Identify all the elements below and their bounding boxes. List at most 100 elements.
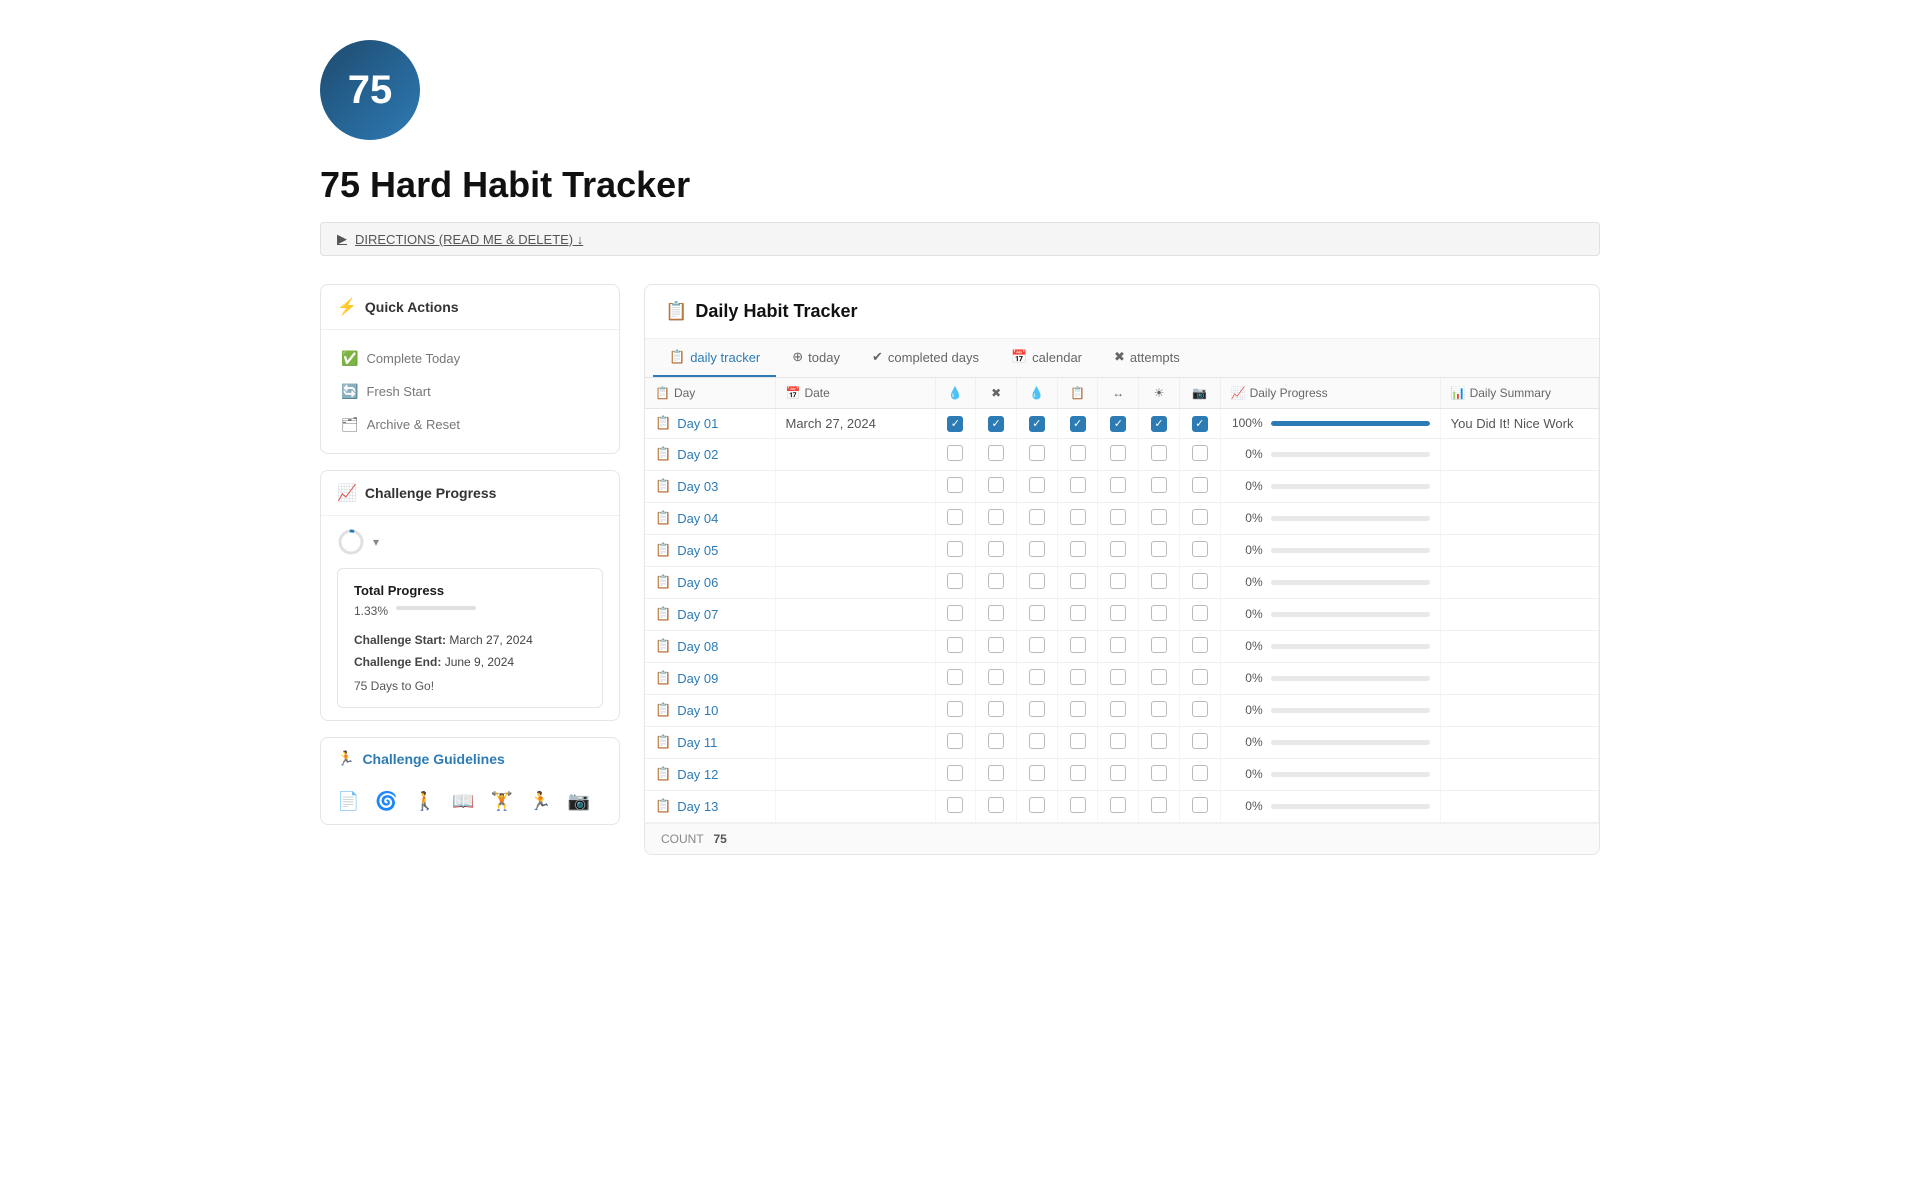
cell-check-11-1[interactable] (976, 758, 1017, 790)
cell-check-7-3[interactable] (1057, 630, 1098, 662)
cell-check-8-2[interactable] (1016, 662, 1057, 694)
cell-check-11-3[interactable] (1057, 758, 1098, 790)
checkbox-11-2[interactable] (1029, 765, 1045, 781)
progress-dropdown-icon[interactable]: ▾ (373, 535, 379, 549)
tab-attempts[interactable]: ✖ attempts (1098, 339, 1196, 377)
checkbox-2-5[interactable] (1151, 477, 1167, 493)
checkbox-4-3[interactable] (1070, 541, 1086, 557)
checkbox-10-0[interactable] (947, 733, 963, 749)
cell-check-3-3[interactable] (1057, 502, 1098, 534)
cell-check-3-4[interactable] (1098, 502, 1139, 534)
checkbox-10-5[interactable] (1151, 733, 1167, 749)
checkbox-3-5[interactable] (1151, 509, 1167, 525)
checkbox-3-0[interactable] (947, 509, 963, 525)
cell-check-2-5[interactable] (1139, 470, 1180, 502)
cell-check-7-1[interactable] (976, 630, 1017, 662)
cell-check-12-0[interactable] (935, 790, 976, 822)
checkbox-9-0[interactable] (947, 701, 963, 717)
cell-check-3-2[interactable] (1016, 502, 1057, 534)
cell-check-5-2[interactable] (1016, 566, 1057, 598)
cell-check-12-3[interactable] (1057, 790, 1098, 822)
cell-check-8-1[interactable] (976, 662, 1017, 694)
checkbox-0-4[interactable] (1110, 416, 1126, 432)
cell-check-2-0[interactable] (935, 470, 976, 502)
cell-check-9-5[interactable] (1139, 694, 1180, 726)
cell-check-6-2[interactable] (1016, 598, 1057, 630)
cell-check-4-6[interactable] (1179, 534, 1220, 566)
checkbox-12-0[interactable] (947, 797, 963, 813)
checkbox-2-3[interactable] (1070, 477, 1086, 493)
checkbox-9-5[interactable] (1151, 701, 1167, 717)
cell-check-8-6[interactable] (1179, 662, 1220, 694)
cell-check-1-6[interactable] (1179, 438, 1220, 470)
cell-check-12-2[interactable] (1016, 790, 1057, 822)
checkbox-2-2[interactable] (1029, 477, 1045, 493)
checkbox-6-0[interactable] (947, 605, 963, 621)
checkbox-5-2[interactable] (1029, 573, 1045, 589)
checkbox-5-0[interactable] (947, 573, 963, 589)
cell-check-5-3[interactable] (1057, 566, 1098, 598)
cell-check-1-4[interactable] (1098, 438, 1139, 470)
checkbox-7-1[interactable] (988, 637, 1004, 653)
cell-check-3-0[interactable] (935, 502, 976, 534)
checkbox-11-5[interactable] (1151, 765, 1167, 781)
checkbox-8-6[interactable] (1192, 669, 1208, 685)
cell-check-12-4[interactable] (1098, 790, 1139, 822)
checkbox-10-2[interactable] (1029, 733, 1045, 749)
checkbox-1-2[interactable] (1029, 445, 1045, 461)
cell-check-5-0[interactable] (935, 566, 976, 598)
cell-check-9-3[interactable] (1057, 694, 1098, 726)
cell-check-10-1[interactable] (976, 726, 1017, 758)
checkbox-10-6[interactable] (1192, 733, 1208, 749)
checkbox-4-6[interactable] (1192, 541, 1208, 557)
cell-check-5-5[interactable] (1139, 566, 1180, 598)
cell-check-10-3[interactable] (1057, 726, 1098, 758)
directions-bar[interactable]: ▶ DIRECTIONS (READ ME & DELETE) ↓ (320, 222, 1600, 256)
cell-check-7-6[interactable] (1179, 630, 1220, 662)
checkbox-5-3[interactable] (1070, 573, 1086, 589)
cell-check-12-5[interactable] (1139, 790, 1180, 822)
checkbox-5-5[interactable] (1151, 573, 1167, 589)
cell-check-9-0[interactable] (935, 694, 976, 726)
cell-check-7-5[interactable] (1139, 630, 1180, 662)
cell-check-7-2[interactable] (1016, 630, 1057, 662)
cell-check-3-1[interactable] (976, 502, 1017, 534)
cell-check-12-1[interactable] (976, 790, 1017, 822)
cell-check-10-6[interactable] (1179, 726, 1220, 758)
checkbox-6-4[interactable] (1110, 605, 1126, 621)
cell-check-0-2[interactable] (1016, 409, 1057, 439)
checkbox-11-3[interactable] (1070, 765, 1086, 781)
tab-today[interactable]: ⊕ today (776, 339, 856, 377)
checkbox-3-4[interactable] (1110, 509, 1126, 525)
checkbox-2-1[interactable] (988, 477, 1004, 493)
action-fresh-start[interactable]: 🔄 Fresh Start (321, 375, 619, 408)
checkbox-0-1[interactable] (988, 416, 1004, 432)
cell-check-1-5[interactable] (1139, 438, 1180, 470)
cell-check-8-3[interactable] (1057, 662, 1098, 694)
checkbox-4-0[interactable] (947, 541, 963, 557)
cell-check-6-6[interactable] (1179, 598, 1220, 630)
cell-check-6-5[interactable] (1139, 598, 1180, 630)
checkbox-6-1[interactable] (988, 605, 1004, 621)
cell-check-10-2[interactable] (1016, 726, 1057, 758)
cell-check-4-4[interactable] (1098, 534, 1139, 566)
cell-check-4-5[interactable] (1139, 534, 1180, 566)
checkbox-9-2[interactable] (1029, 701, 1045, 717)
cell-check-8-5[interactable] (1139, 662, 1180, 694)
checkbox-12-6[interactable] (1192, 797, 1208, 813)
checkbox-12-1[interactable] (988, 797, 1004, 813)
checkbox-11-4[interactable] (1110, 765, 1126, 781)
checkbox-7-6[interactable] (1192, 637, 1208, 653)
checkbox-1-5[interactable] (1151, 445, 1167, 461)
cell-check-11-2[interactable] (1016, 758, 1057, 790)
cell-check-2-1[interactable] (976, 470, 1017, 502)
cell-check-0-3[interactable] (1057, 409, 1098, 439)
cell-check-6-0[interactable] (935, 598, 976, 630)
checkbox-0-6[interactable] (1192, 416, 1208, 432)
checkbox-2-4[interactable] (1110, 477, 1126, 493)
cell-check-9-4[interactable] (1098, 694, 1139, 726)
tab-completed-days[interactable]: ✔ completed days (856, 339, 995, 377)
checkbox-0-2[interactable] (1029, 416, 1045, 432)
checkbox-10-4[interactable] (1110, 733, 1126, 749)
checkbox-0-0[interactable] (947, 416, 963, 432)
